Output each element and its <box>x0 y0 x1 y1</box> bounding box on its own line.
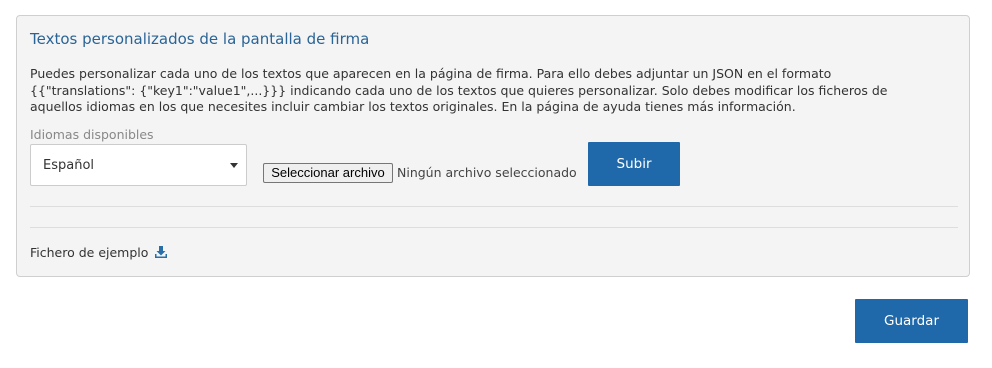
save-button[interactable]: Guardar <box>855 299 968 343</box>
divider <box>30 206 958 207</box>
language-select-value: Español <box>43 158 95 173</box>
panel-title: Textos personalizados de la pantalla de … <box>30 30 370 48</box>
divider <box>30 227 958 228</box>
language-select[interactable]: Español <box>30 144 247 186</box>
select-file-button[interactable]: Seleccionar archivo <box>263 163 393 183</box>
languages-label: Idiomas disponibles <box>30 127 154 142</box>
file-status-text: Ningún archivo seleccionado <box>397 165 577 180</box>
caret-down-icon <box>230 163 238 168</box>
example-file-label: Fichero de ejemplo <box>30 245 149 260</box>
download-icon[interactable] <box>154 245 168 259</box>
panel-description: Puedes personalizar cada uno de los text… <box>30 66 888 114</box>
signature-texts-panel: Textos personalizados de la pantalla de … <box>16 15 970 277</box>
upload-button[interactable]: Subir <box>588 142 680 186</box>
